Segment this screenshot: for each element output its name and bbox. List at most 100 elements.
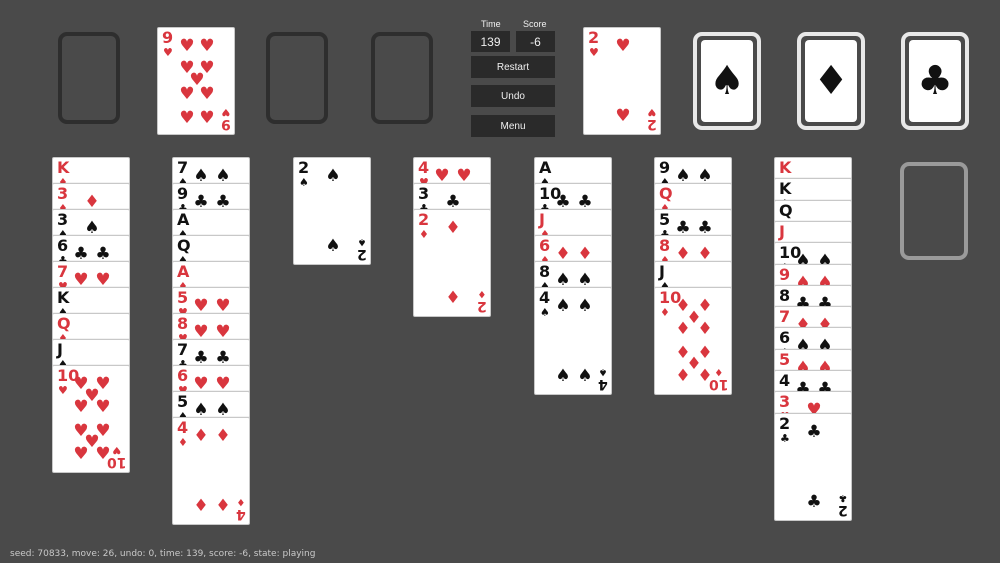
card-corner-rotated: 9 ♥ bbox=[221, 106, 231, 132]
card-rank: 7 bbox=[177, 158, 189, 177]
card-rank: 9 bbox=[659, 158, 671, 177]
heart-icon: ♥ bbox=[95, 397, 111, 417]
card-rank: 3 bbox=[418, 184, 430, 203]
foundation-hearts-empty[interactable] bbox=[900, 162, 968, 260]
diamond-icon: ♦ bbox=[697, 319, 713, 339]
card-rank: 2 bbox=[588, 28, 600, 47]
heart-icon: ♥ bbox=[179, 84, 195, 104]
card-rank: K bbox=[57, 158, 70, 177]
card-rank: 4 bbox=[539, 288, 551, 307]
card-rank: 9 bbox=[162, 28, 174, 47]
spade-icon: ♠ bbox=[325, 236, 341, 256]
center-card[interactable]: 2 ♥ ♥ ♥ 2 ♥ bbox=[583, 27, 661, 135]
tableau-card[interactable]: 2 ♦ ♦ ♦ 2 ♦ bbox=[413, 209, 491, 317]
heart-icon: ♥ bbox=[58, 384, 68, 397]
card-rank: 5 bbox=[659, 210, 671, 229]
club-icon: ♣ bbox=[806, 422, 822, 442]
foundation-spades[interactable]: ♠ bbox=[693, 32, 761, 130]
heart-icon: ♥ bbox=[73, 397, 89, 417]
card-rank: 4 bbox=[418, 158, 430, 177]
heart-icon: ♥ bbox=[73, 444, 89, 464]
diamond-icon: ♦ bbox=[445, 288, 461, 308]
heart-icon: ♥ bbox=[179, 36, 195, 56]
spade-icon: ♠ bbox=[555, 296, 571, 316]
card-corner-rotated: 2 ♥ bbox=[647, 106, 657, 132]
club-icon: ♣ bbox=[806, 492, 822, 512]
tableau-card[interactable]: 2 ♣ ♣ ♣ 2 ♣ bbox=[774, 413, 852, 521]
club-icon: ♣ bbox=[909, 40, 961, 122]
free-cell-1[interactable] bbox=[58, 32, 120, 124]
card-rank: 2 bbox=[298, 158, 310, 177]
card-rank: A bbox=[177, 210, 190, 229]
card-rank: Q bbox=[779, 201, 793, 220]
card-rank: 2 bbox=[418, 210, 430, 229]
card-rank: 6 bbox=[539, 236, 551, 255]
card-rank: J bbox=[57, 340, 63, 359]
diamond-icon: ♦ bbox=[675, 319, 691, 339]
tableau-card[interactable]: 2 ♠ ♠ ♠ 2 ♠ bbox=[293, 157, 371, 265]
card-rank: 5 bbox=[177, 288, 189, 307]
tableau-card[interactable]: 4 ♠ ♠ ♠ ♠ ♠ 4 ♠ bbox=[534, 287, 612, 395]
heart-icon: ♥ bbox=[179, 108, 195, 128]
spade-icon: ♠ bbox=[577, 296, 593, 316]
diamond-icon: ♦ bbox=[675, 366, 691, 386]
free-cell-3[interactable] bbox=[266, 32, 328, 124]
card-rank: 3 bbox=[779, 392, 791, 411]
heart-icon: ♥ bbox=[615, 36, 631, 56]
card-rank: J bbox=[659, 262, 665, 281]
tableau-card[interactable]: 10 ♦ ♦ ♦ ♦ ♦ ♦ ♦ ♦ ♦ ♦ ♦ 10 ♦ bbox=[654, 287, 732, 395]
card-rank: K bbox=[779, 158, 792, 177]
card-rank: 7 bbox=[779, 307, 791, 326]
card-suit: ♥ bbox=[163, 46, 173, 59]
tableau-card[interactable]: 4 ♦ ♦ ♦ ♦ ♦ 4 ♦ bbox=[172, 417, 250, 525]
card-rank: 5 bbox=[177, 392, 189, 411]
card-corner-rotated: 4 ♠ bbox=[598, 366, 608, 392]
card-corner-rotated: 2 ♠ bbox=[357, 236, 367, 262]
card-rank: 5 bbox=[779, 350, 791, 369]
free-cell-card[interactable]: 9 ♥ ♥ ♥ ♥ ♥ ♥ ♥ ♥ ♥ ♥ 9 ♥ bbox=[157, 27, 235, 135]
card-rank: Q bbox=[57, 314, 71, 333]
time-label: Time bbox=[481, 19, 501, 29]
card-rank: 3 bbox=[57, 210, 69, 229]
card-rank: 8 bbox=[177, 314, 189, 333]
spade-icon: ♠ bbox=[577, 366, 593, 386]
card-rank: J bbox=[539, 210, 545, 229]
card-rank: 8 bbox=[779, 286, 791, 305]
free-cell-4[interactable] bbox=[371, 32, 433, 124]
diamond-icon: ♦ bbox=[660, 306, 670, 319]
restart-button[interactable]: Restart bbox=[471, 56, 555, 78]
card-rank: 7 bbox=[177, 340, 189, 359]
card-rank: 6 bbox=[57, 236, 69, 255]
foundation-diamonds[interactable]: ♦ bbox=[797, 32, 865, 130]
spade-icon: ♠ bbox=[299, 176, 309, 189]
foundation-clubs[interactable]: ♣ bbox=[901, 32, 969, 130]
diamond-icon: ♦ bbox=[215, 496, 231, 516]
heart-icon: ♥ bbox=[615, 106, 631, 126]
card-rank: 4 bbox=[177, 418, 189, 437]
spade-icon: ♠ bbox=[325, 166, 341, 186]
menu-button[interactable]: Menu bbox=[471, 115, 555, 137]
diamond-icon: ♦ bbox=[445, 218, 461, 238]
diamond-icon: ♦ bbox=[215, 426, 231, 446]
card-rank: 4 bbox=[779, 371, 791, 390]
status-line: seed: 70833, move: 26, undo: 0, time: 13… bbox=[10, 549, 316, 559]
heart-icon: ♥ bbox=[199, 84, 215, 104]
tableau-card[interactable]: 10 ♥ ♥ ♥ ♥ ♥ ♥ ♥ ♥ ♥ ♥ ♥ 10 ♥ bbox=[52, 365, 130, 473]
card-rank: Q bbox=[177, 236, 191, 255]
card-rank: A bbox=[177, 262, 190, 281]
undo-button[interactable]: Undo bbox=[471, 85, 555, 107]
card-rank: 9 bbox=[779, 265, 791, 284]
card-rank: 2 bbox=[779, 414, 791, 433]
heart-icon: ♥ bbox=[199, 36, 215, 56]
diamond-icon: ♦ bbox=[193, 426, 209, 446]
spade-icon: ♠ bbox=[555, 366, 571, 386]
card-rank: 6 bbox=[779, 328, 791, 347]
heart-icon: ♥ bbox=[199, 108, 215, 128]
spade-icon: ♠ bbox=[701, 40, 753, 122]
diamond-icon: ♦ bbox=[193, 496, 209, 516]
card-suit: ♥ bbox=[589, 46, 599, 59]
card-corner-rotated: 10 ♦ bbox=[708, 366, 728, 392]
spade-icon: ♠ bbox=[540, 306, 550, 319]
card-rank: 6 bbox=[177, 366, 189, 385]
card-corner-rotated: 10 ♥ bbox=[106, 444, 126, 470]
